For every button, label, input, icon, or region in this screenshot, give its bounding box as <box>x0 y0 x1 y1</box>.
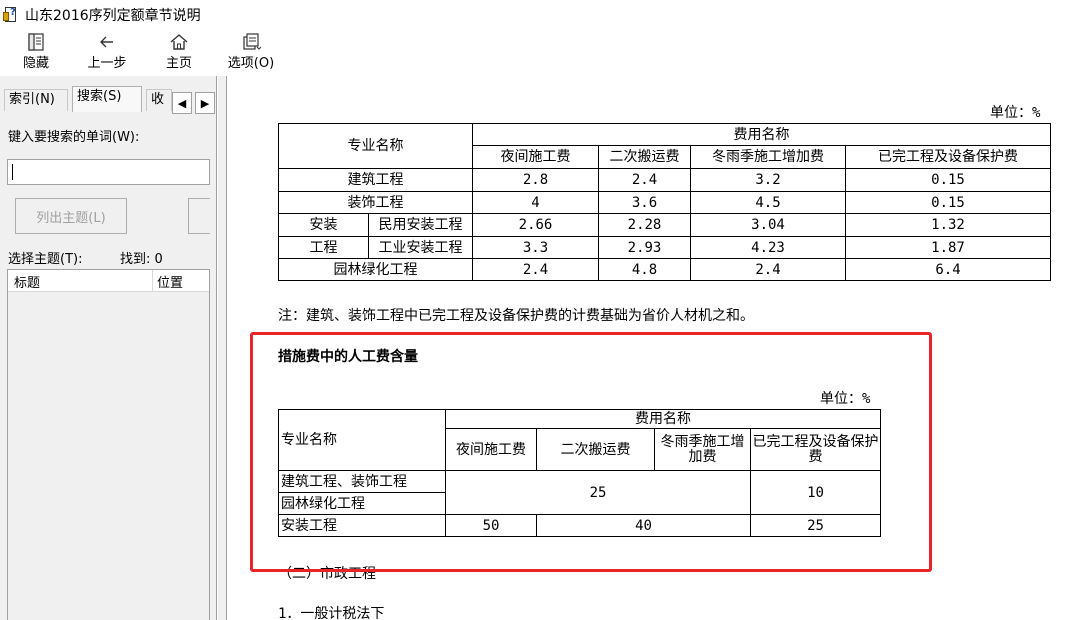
text-caret <box>12 164 13 180</box>
pane-splitter[interactable] <box>218 76 227 620</box>
column-divider[interactable] <box>152 270 153 292</box>
hide-label: 隐藏 <box>22 56 49 71</box>
title-bar: ? 山东2016序列定额章节说明 <box>0 0 1070 30</box>
table-row: 建筑工程 2.8 2.4 3.2 0.15 <box>278 168 1051 192</box>
cell: 2.66 <box>472 213 599 237</box>
tab-index[interactable]: 索引(N) <box>4 89 68 111</box>
table1-header-fees: 费用名称 <box>472 123 1051 146</box>
search-prompt-label: 键入要搜索的单词(W): <box>8 130 140 145</box>
toolbar: 隐藏 上一步 主页 选项(O) <box>0 30 1070 74</box>
cell: 3.04 <box>690 213 846 237</box>
tab-scroll-left-button[interactable]: ◀ <box>172 92 192 114</box>
triangle-right-icon: ▶ <box>200 96 210 110</box>
install-group-label-top: 安装 <box>278 213 369 237</box>
select-topic-label: 选择主题(T): <box>8 252 83 267</box>
table1-unit: 单位：% <box>990 105 1041 121</box>
row-name: 装饰工程 <box>278 191 473 214</box>
table-row: 工程 工业安装工程 3.3 2.93 4.23 1.87 <box>278 236 1051 259</box>
cell: 2.4 <box>472 258 599 281</box>
navigation-pane: 索引(N) 搜索(S) 收 ◀ ▶ 键入要搜索的单词(W): 列出主题(L) 选… <box>0 76 217 620</box>
tab-search[interactable]: 搜索(S) <box>72 86 142 112</box>
cell: 2.4 <box>598 168 691 192</box>
display-button[interactable] <box>188 198 210 234</box>
cell: 3.6 <box>598 191 691 214</box>
cell: 3.3 <box>472 236 599 259</box>
home-label: 主页 <box>165 56 192 71</box>
tab-scroll-right-button[interactable]: ▶ <box>195 92 215 114</box>
back-label: 上一步 <box>87 56 127 71</box>
cell: 2.8 <box>472 168 599 192</box>
item-heading: 1．一般计税法下 <box>278 606 385 620</box>
list-topics-button[interactable]: 列出主题(L) <box>15 198 127 234</box>
tab-favorites[interactable]: 收 <box>146 89 172 111</box>
row-name: 民用安装工程 <box>368 213 473 237</box>
table1-note: 注：建筑、装饰工程中已完工程及设备保护费的计费基础为省价人材机之和。 <box>278 308 754 324</box>
search-input[interactable] <box>7 159 210 185</box>
table1-col-night: 夜间施工费 <box>472 145 599 169</box>
row-name: 建筑工程 <box>278 168 473 192</box>
table1-col-winter: 冬雨季施工增加费 <box>690 145 846 169</box>
cell: 0.15 <box>845 191 1051 214</box>
found-count-label: 找到: 0 <box>120 252 163 267</box>
cell: 1.87 <box>845 236 1051 259</box>
home-icon <box>170 34 188 50</box>
home-button[interactable]: 主页 <box>162 30 196 74</box>
cell: 2.93 <box>598 236 691 259</box>
back-arrow-icon <box>100 36 113 48</box>
column-header-title[interactable]: 标题 <box>14 272 40 291</box>
cell: 4 <box>472 191 599 214</box>
fee-rate-table: 专业名称 费用名称 夜间施工费 二次搬运费 冬雨季施工增加费 已完工程及设备保护… <box>278 123 1051 281</box>
topic-results-list[interactable]: 标题 位置 <box>7 269 210 620</box>
row-name: 园林绿化工程 <box>278 258 473 281</box>
cell: 4.5 <box>690 191 846 214</box>
table-row: 装饰工程 4 3.6 4.5 0.15 <box>278 191 1051 214</box>
table1-col-transport: 二次搬运费 <box>598 145 691 169</box>
table-row: 安装 民用安装工程 2.66 2.28 3.04 1.32 <box>278 213 1051 237</box>
help-app-icon: ? <box>3 6 19 24</box>
options-label: 选项(O) <box>227 56 275 71</box>
row-name: 工业安装工程 <box>368 236 473 259</box>
table-row: 园林绿化工程 2.4 4.8 2.4 6.4 <box>278 258 1051 281</box>
cell: 1.32 <box>845 213 1051 237</box>
results-header: 标题 位置 <box>8 270 209 292</box>
cell: 0.15 <box>845 168 1051 192</box>
options-icon <box>243 33 261 50</box>
table1-col-protection: 已完工程及设备保护费 <box>845 145 1051 169</box>
back-button[interactable]: 上一步 <box>82 30 132 74</box>
hide-button[interactable]: 隐藏 <box>18 30 54 74</box>
triangle-left-icon: ◀ <box>177 96 187 110</box>
highlight-box <box>250 332 932 572</box>
options-button[interactable]: 选项(O) <box>223 30 279 74</box>
cell: 4.23 <box>690 236 846 259</box>
cell: 6.4 <box>845 258 1051 281</box>
cell: 2.28 <box>598 213 691 237</box>
cell: 4.8 <box>598 258 691 281</box>
cell: 3.2 <box>690 168 846 192</box>
cell: 2.4 <box>690 258 846 281</box>
window-title: 山东2016序列定额章节说明 <box>25 8 201 24</box>
column-header-location[interactable]: 位置 <box>157 272 183 291</box>
install-group-label-bottom: 工程 <box>278 236 369 259</box>
hide-icon <box>28 33 44 51</box>
table1-header-major: 专业名称 <box>278 123 473 169</box>
